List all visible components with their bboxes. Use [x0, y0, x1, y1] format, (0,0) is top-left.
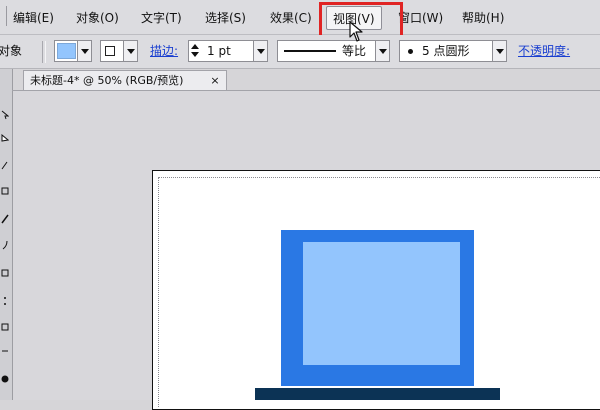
arrow-pointer-icon: [349, 21, 363, 43]
pencil-tool-icon[interactable]: [1, 209, 9, 224]
menu-effect[interactable]: 效果(C): [270, 7, 312, 29]
chevron-down-icon[interactable]: [492, 41, 506, 61]
blend-tool-icon[interactable]: [1, 317, 9, 331]
menu-window[interactable]: 窗口(W): [398, 7, 443, 29]
stroke-profile-label: 等比: [342, 44, 367, 58]
menu-object[interactable]: 对象(O): [76, 7, 119, 29]
rectangle-tool-icon[interactable]: [1, 181, 9, 195]
stroke-color-picker[interactable]: [100, 40, 138, 62]
hand-tool-icon[interactable]: [1, 369, 9, 383]
menu-select[interactable]: 选择(S): [205, 7, 246, 29]
menu-type[interactable]: 文字(T): [141, 7, 182, 29]
stroke-weight-field[interactable]: 1 pt: [188, 40, 268, 62]
fill-swatch-icon: [57, 43, 76, 59]
magic-wand-tool-icon[interactable]: [1, 155, 9, 170]
document-tab[interactable]: 未标题-4* @ 50% (RGB/预览) ×: [23, 70, 227, 91]
brush-dropdown[interactable]: 5 点圆形: [399, 40, 507, 62]
close-icon[interactable]: ×: [208, 71, 222, 91]
monitor-base-shape[interactable]: [255, 388, 500, 400]
stroke-profile-dropdown[interactable]: 等比: [277, 40, 390, 62]
stepper-icon[interactable]: [191, 43, 200, 59]
chevron-down-icon[interactable]: [77, 41, 91, 61]
brush-label: 5 点圆形: [422, 44, 470, 58]
control-separator: [42, 41, 46, 63]
menu-help[interactable]: 帮助(H): [462, 7, 504, 29]
document-tab-title: 未标题-4* @ 50% (RGB/预览): [30, 74, 184, 87]
selection-type-label: 对象: [0, 44, 23, 58]
tools-panel: [0, 69, 13, 400]
stroke-weight-value: 1 pt: [207, 44, 231, 58]
selection-tool-icon[interactable]: [1, 105, 10, 120]
chevron-down-icon[interactable]: [253, 41, 267, 61]
tab-divider: [12, 90, 600, 91]
symbol-tool-icon[interactable]: [1, 341, 9, 352]
control-bar: 对象 描边: 1 pt 等比 5 点圆形 不透明度:: [0, 35, 600, 69]
bullet-icon: [408, 49, 413, 54]
stroke-profile-preview: [284, 50, 336, 52]
menu-bar: 编辑(E) 对象(O) 文字(T) 选择(S) 效果(C) 视图(V) 窗口(W…: [0, 0, 600, 35]
fill-color-picker[interactable]: [54, 40, 92, 62]
rotate-tool-icon[interactable]: [1, 263, 9, 277]
menu-edit[interactable]: 编辑(E): [13, 7, 54, 29]
monitor-screen-shape[interactable]: [303, 242, 460, 365]
scale-tool-icon[interactable]: [1, 291, 9, 305]
chevron-down-icon[interactable]: [123, 41, 137, 61]
direct-selection-tool-icon[interactable]: [1, 129, 10, 142]
menu-bar-separator: [0, 6, 7, 26]
stroke-label[interactable]: 描边:: [150, 43, 178, 59]
stroke-swatch-icon: [105, 46, 115, 56]
brush-tool-icon[interactable]: [1, 235, 9, 250]
chevron-down-icon[interactable]: [375, 41, 389, 61]
opacity-label[interactable]: 不透明度:: [518, 43, 570, 59]
